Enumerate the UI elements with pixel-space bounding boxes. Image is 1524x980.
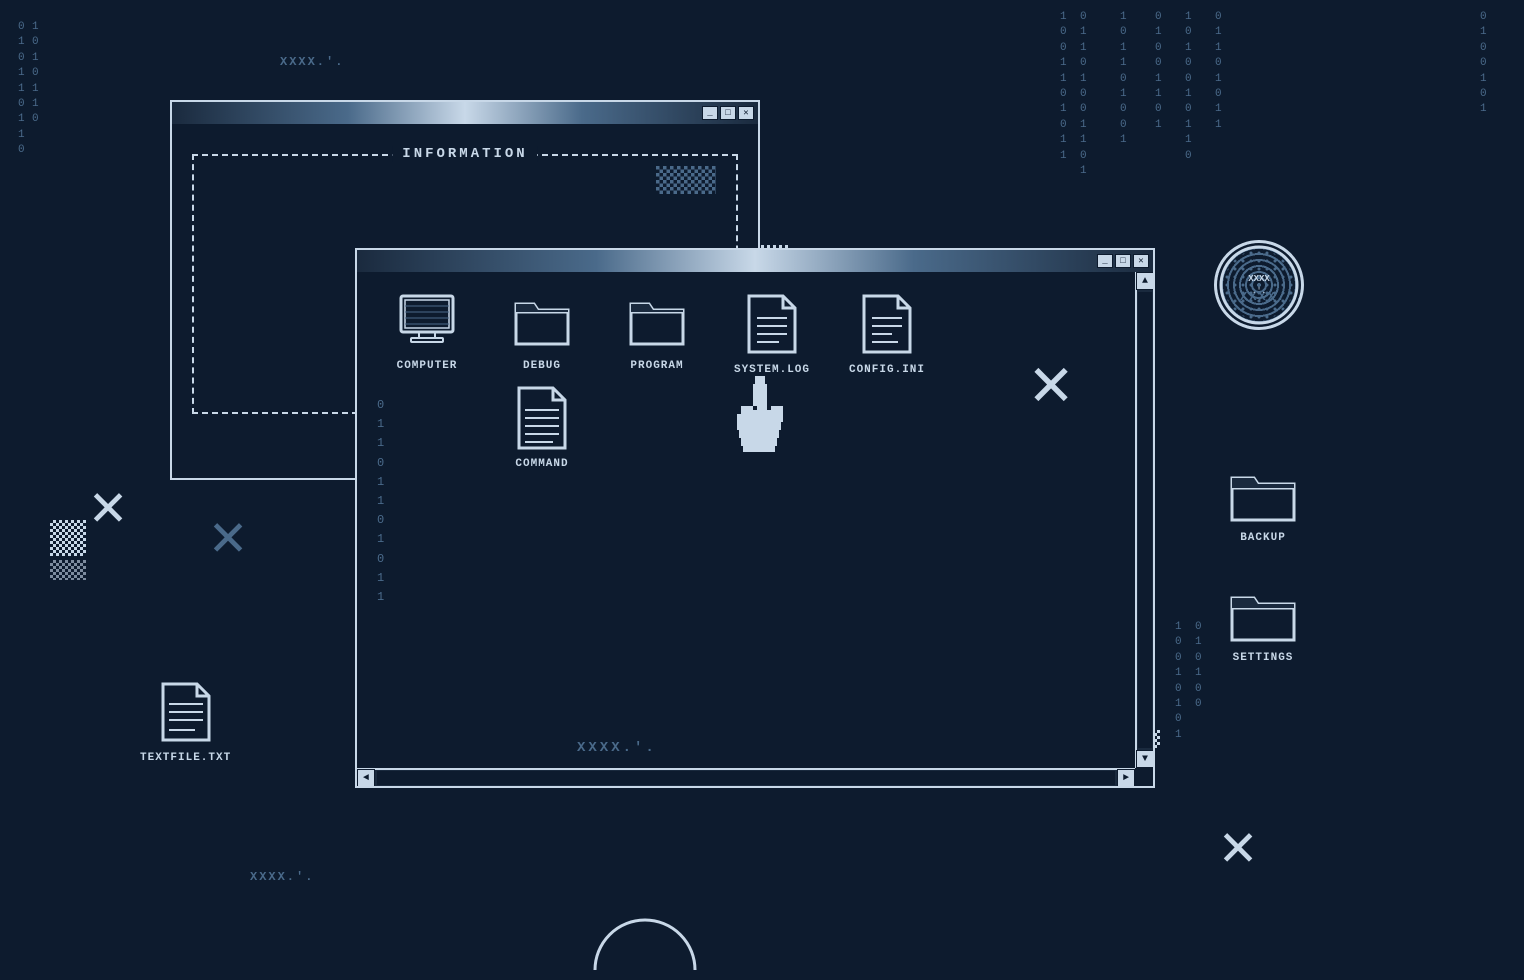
- binary-col-7: 1010010110: [1185, 10, 1193, 164]
- file-computer-label: COMPUTER: [397, 360, 458, 372]
- svg-text:XXXX: XXXX: [1248, 274, 1270, 284]
- info-close-btn[interactable]: ✕: [738, 106, 754, 120]
- desktop-icon-backup-label: BACKUP: [1240, 532, 1286, 544]
- explorer-titlebar: _ □ ✕: [357, 250, 1153, 272]
- file-configini-label: CONFIG.INI: [849, 364, 925, 376]
- x-mark-explorer: ✕: [1030, 340, 1072, 427]
- desktop-icon-backup[interactable]: BACKUP: [1228, 460, 1298, 544]
- checker-2: [50, 560, 86, 580]
- scroll-down-btn[interactable]: ▼: [1136, 750, 1153, 768]
- scrollbar-horizontal[interactable]: ◄ ►: [357, 768, 1135, 786]
- file-configini[interactable]: CONFIG.INI: [837, 292, 937, 376]
- file-systemlog-label: SYSTEM.LOG: [734, 364, 810, 376]
- scrollbar-vertical[interactable]: ▲ ▼: [1135, 272, 1153, 768]
- binary-col-11: 010100: [1195, 620, 1203, 712]
- info-section-label: INFORMATION: [392, 146, 537, 162]
- binary-col-9: 0100101: [1480, 10, 1488, 118]
- file-debug[interactable]: DEBUG: [492, 292, 592, 372]
- pixel-pattern-3: XXXX.'.: [250, 870, 314, 884]
- dot-circle: XXXX .'.: [1214, 240, 1304, 330]
- scroll-track-h: [377, 771, 1115, 785]
- desktop-icon-settings-label: SETTINGS: [1233, 652, 1294, 664]
- binary-col-8: 01101011: [1215, 10, 1223, 133]
- file-computer[interactable]: COMPUTER: [377, 292, 477, 372]
- binary-col-5: 101101001: [1120, 10, 1128, 149]
- binary-col-6: 01001101: [1155, 10, 1163, 133]
- file-program[interactable]: PROGRAM: [607, 292, 707, 372]
- desktop-icon-textfile-label: TEXTFILE.TXT: [140, 752, 231, 764]
- pixel-pattern-explorer: XXXX.'.: [577, 740, 657, 756]
- scroll-right-btn[interactable]: ►: [1117, 769, 1135, 786]
- binary-col-1: 010110110: [18, 20, 26, 159]
- file-debug-label: DEBUG: [523, 360, 561, 372]
- pixel-pattern-1: XXXX.'.: [280, 55, 344, 69]
- semi-circle: [585, 910, 705, 980]
- explorer-window: _ □ ✕ ▲ ▼ ◄ ►: [355, 248, 1155, 788]
- scroll-track-v: [1138, 292, 1152, 748]
- binary-col-3: 1001101011: [1060, 10, 1068, 164]
- scroll-up-btn[interactable]: ▲: [1136, 272, 1153, 290]
- binary-in-explorer: 0 1 1 0 1 1 0 1 0 1 1: [377, 386, 477, 607]
- binary-col-10: 10010101: [1175, 620, 1183, 743]
- scroll-left-btn[interactable]: ◄: [357, 769, 375, 786]
- explorer-close-btn[interactable]: ✕: [1133, 254, 1149, 268]
- explorer-maximize-btn[interactable]: □: [1115, 254, 1131, 268]
- binary-col-4: 01101001101: [1080, 10, 1088, 179]
- file-systemlog[interactable]: SYSTEM.LOG: [722, 292, 822, 376]
- file-command-label: COMMAND: [515, 458, 568, 470]
- checker-1: [50, 520, 86, 556]
- x-mark-2: ✕: [210, 510, 246, 570]
- explorer-minimize-btn[interactable]: _: [1097, 254, 1113, 268]
- file-program-label: PROGRAM: [630, 360, 683, 372]
- cursor-hand-container: [727, 376, 807, 456]
- info-maximize-btn[interactable]: □: [720, 106, 736, 120]
- info-titlebar: _ □ ✕: [172, 102, 758, 124]
- desktop-icon-textfile[interactable]: TEXTFILE.TXT: [140, 680, 231, 764]
- info-window-controls[interactable]: _ □ ✕: [702, 106, 754, 120]
- x-mark-1: ✕: [90, 480, 126, 540]
- info-minimize-btn[interactable]: _: [702, 106, 718, 120]
- desktop-icon-settings[interactable]: SETTINGS: [1228, 580, 1298, 664]
- file-command[interactable]: COMMAND: [492, 386, 592, 470]
- x-mark-3: ✕: [1220, 820, 1256, 880]
- svg-text:.'.: .'.: [1252, 287, 1266, 296]
- explorer-window-controls[interactable]: _ □ ✕: [1097, 254, 1149, 268]
- binary-col-2: 1010110: [32, 20, 40, 128]
